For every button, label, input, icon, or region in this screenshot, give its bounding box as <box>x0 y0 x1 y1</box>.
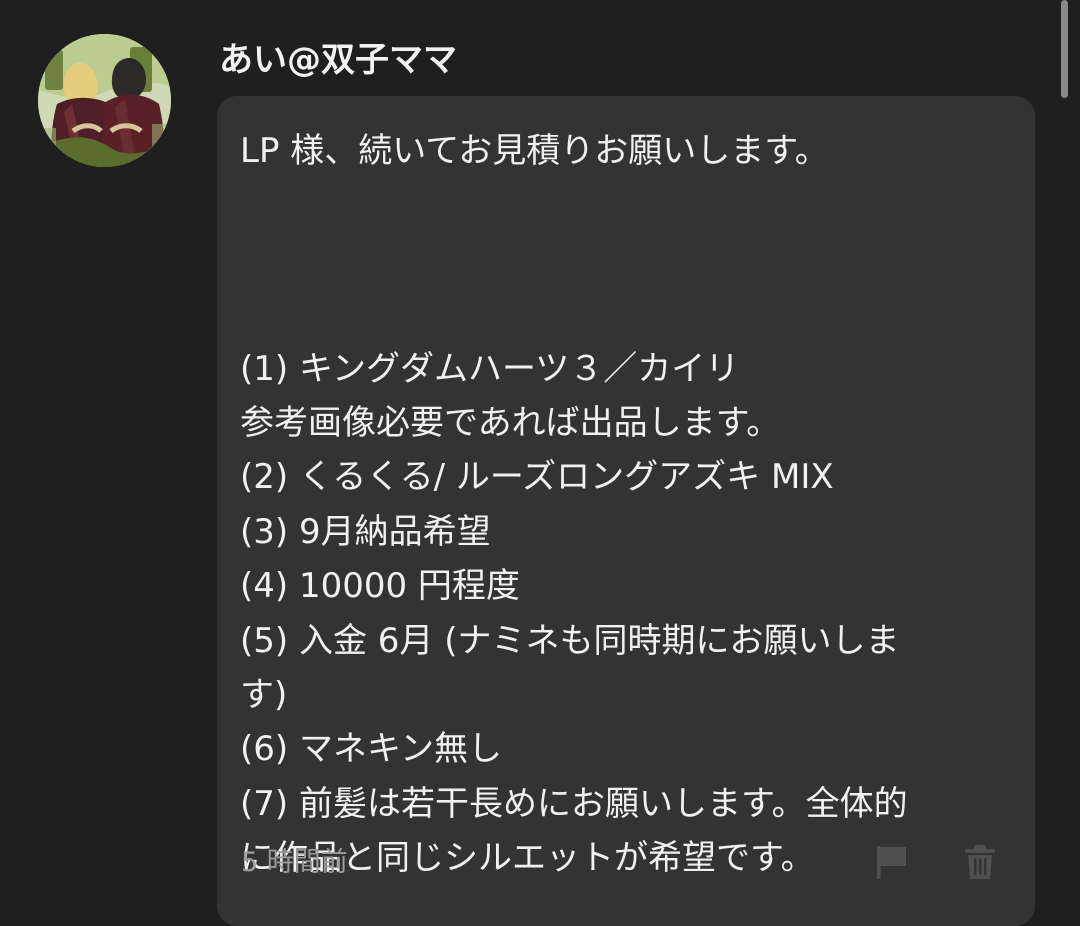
message-line <box>240 260 1020 342</box>
message-line: す) <box>240 674 288 715</box>
message-line: (1) キングダムハーツ３／カイリ <box>240 348 740 389</box>
flag-icon[interactable] <box>872 842 912 882</box>
message-line: (4) 10000 円程度 <box>240 566 520 607</box>
message-line: (7) 前髪は若干長めにお願いします。全体的 <box>240 783 908 824</box>
timestamp: 5 時間前 <box>241 847 348 878</box>
message-line: (5) 入金 6月 (ナミネも同時期にお願いしま <box>240 620 900 661</box>
message-line: (2) くるくる/ ルーズロングアズキ MIX <box>240 457 834 498</box>
message-line: (3) 9月納品希望 <box>240 511 491 552</box>
trash-icon[interactable] <box>960 842 1000 882</box>
message-line: 参考画像必要であれば出品します。 <box>240 402 781 443</box>
author-name[interactable]: あい@双子ママ <box>219 34 457 86</box>
message-line: (6) マネキン無し <box>240 729 502 770</box>
avatar[interactable] <box>38 34 171 167</box>
message-body: LP 様、続いてお見積りお願いします。 (1) キングダムハーツ３／カイリ 参考… <box>240 124 1020 885</box>
message-line <box>240 178 1020 260</box>
scrollbar-thumb[interactable] <box>1061 0 1068 98</box>
message-line: LP 様、続いてお見積りお願いします。 <box>240 131 829 171</box>
